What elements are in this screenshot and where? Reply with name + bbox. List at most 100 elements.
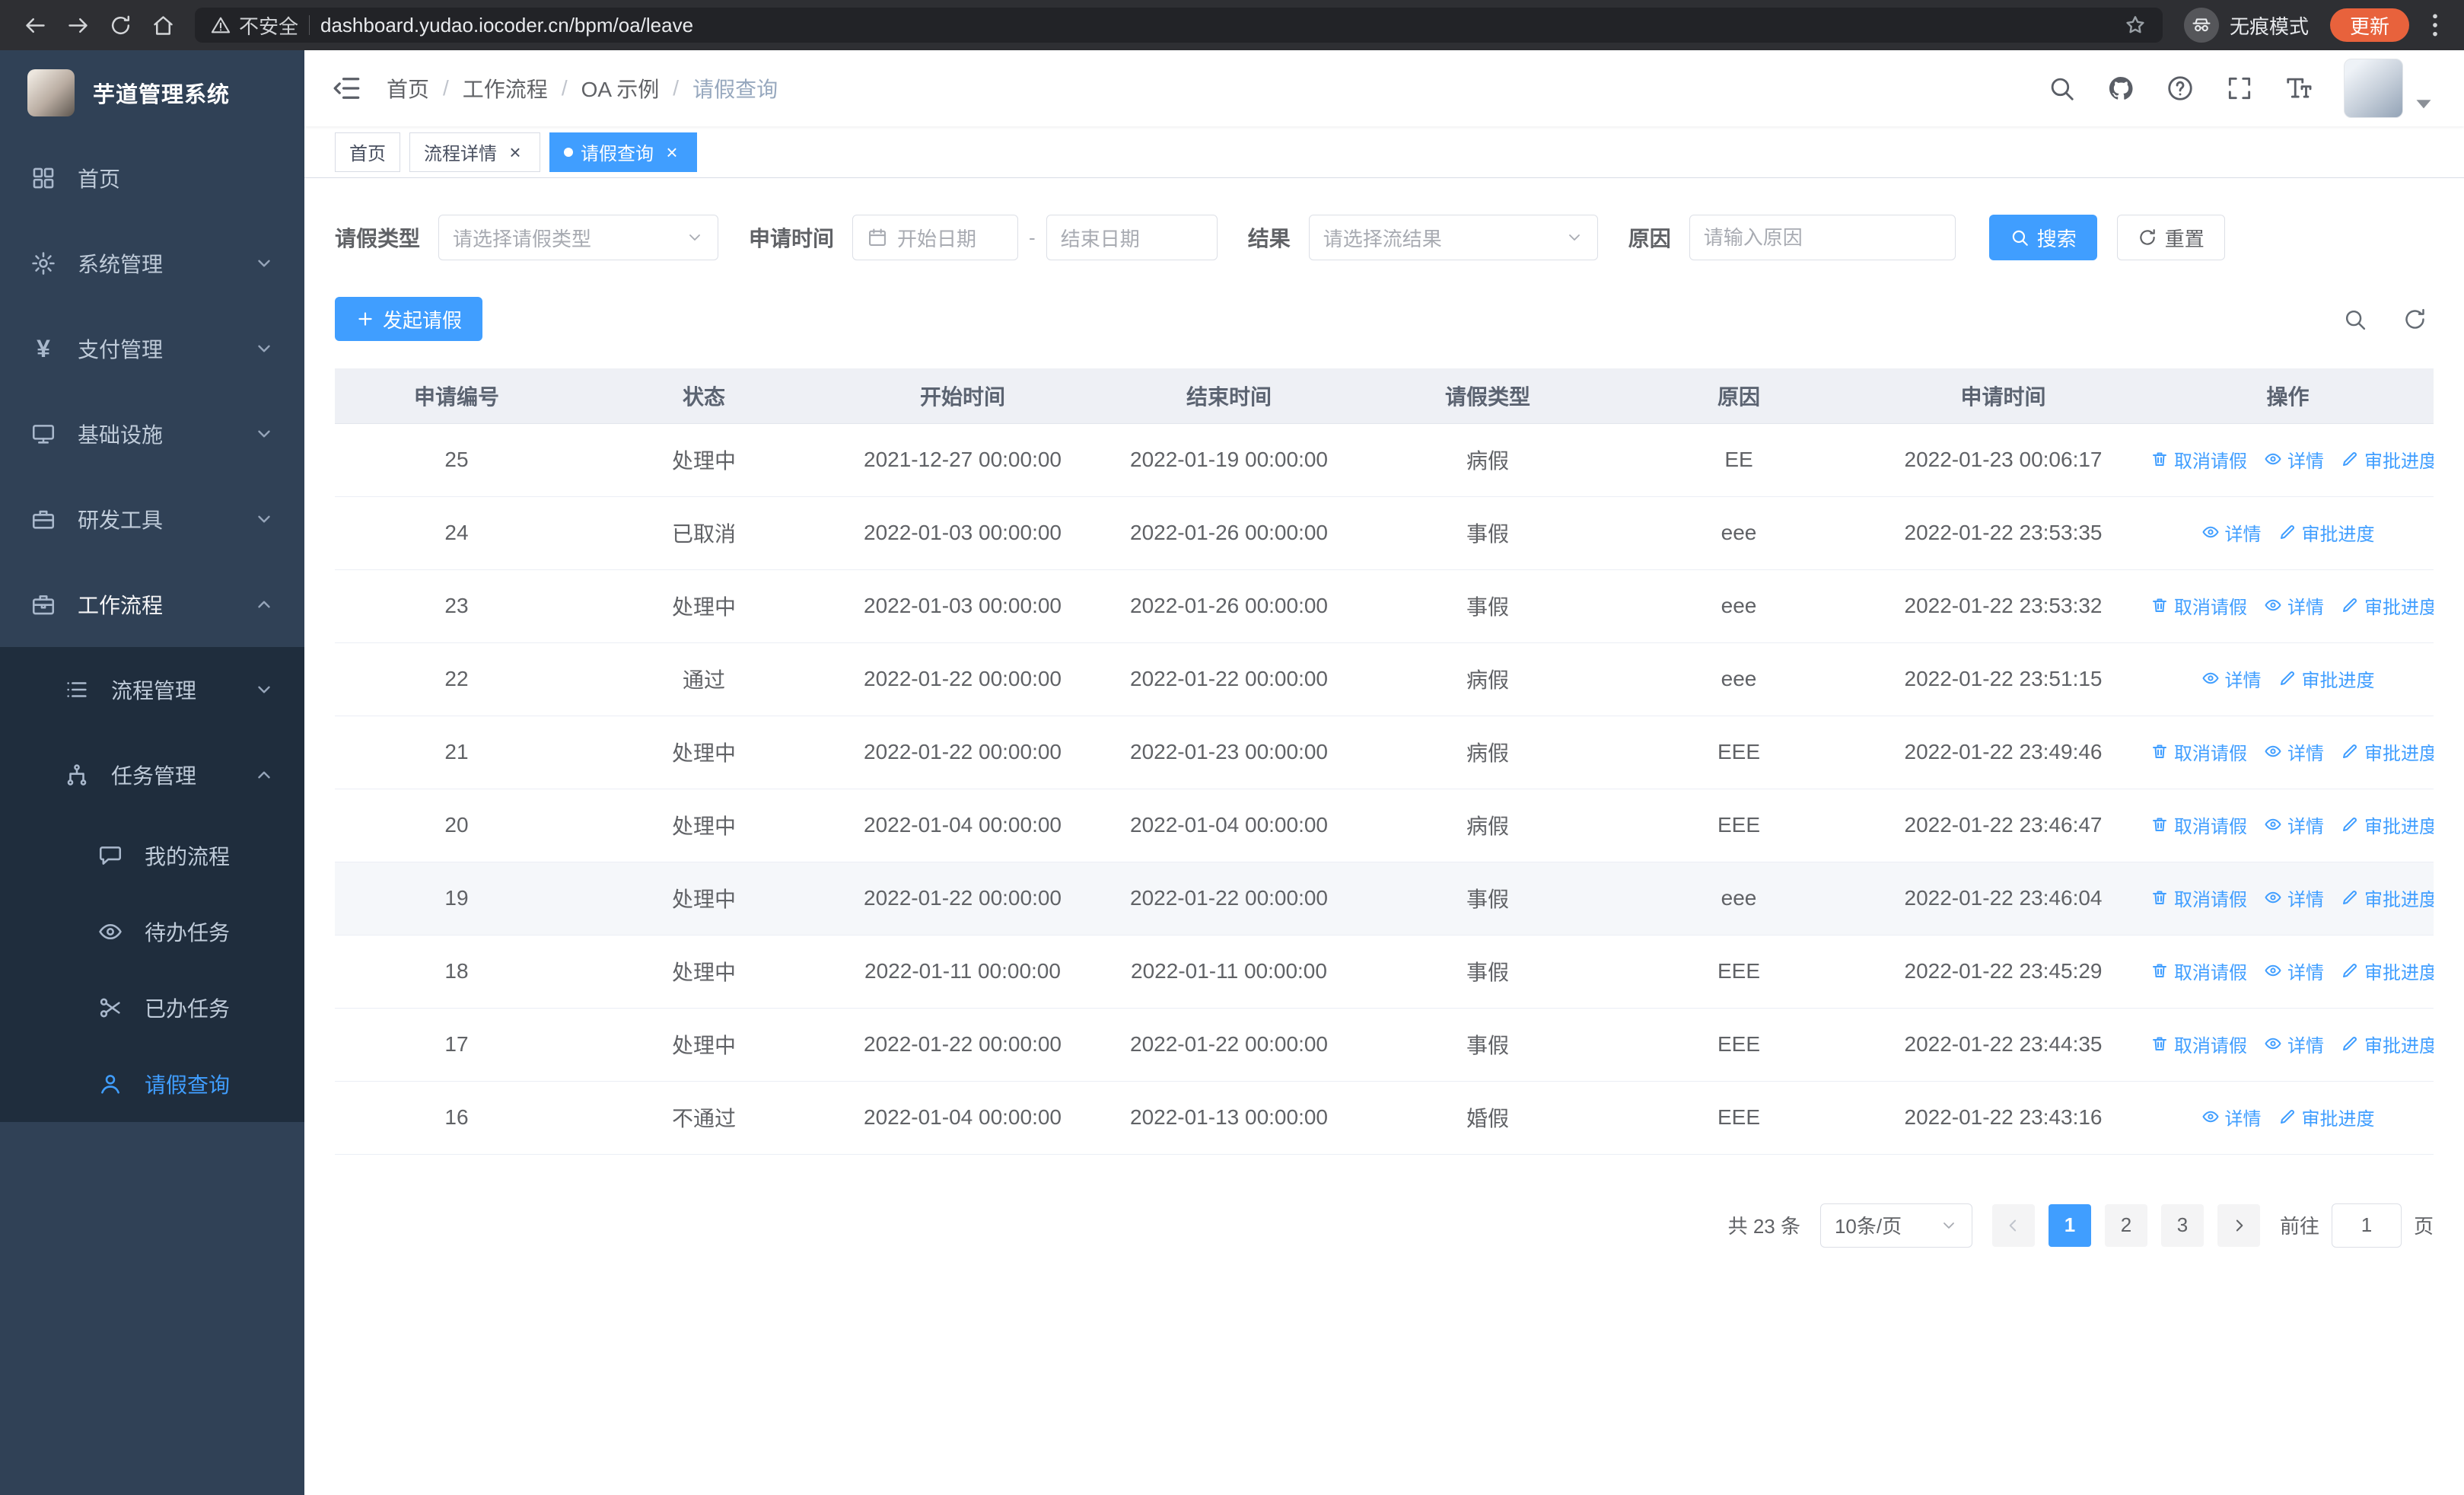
row-action-detail[interactable]: 详情 (2264, 958, 2324, 984)
leave-row-20[interactable]: 20 处理中 2022-01-04 00:00:00 2022-01-04 00:00… (335, 789, 2434, 862)
row-action-cancel[interactable]: 取消请假 (2150, 446, 2247, 473)
prev-page-button[interactable] (1991, 1203, 2035, 1247)
browser-back-button[interactable] (14, 4, 56, 46)
security-indicator[interactable]: 不安全 (210, 11, 298, 40)
row-action-progress[interactable]: 审批进度 (2341, 592, 2434, 619)
row-action-progress[interactable]: 审批进度 (2341, 446, 2434, 473)
row-action-progress[interactable]: 审批进度 (2278, 519, 2375, 546)
row-action-detail[interactable]: 详情 (2201, 519, 2262, 546)
sidebar-item-process-manage[interactable]: 流程管理 (0, 647, 304, 732)
leave-row-21[interactable]: 21 处理中 2022-01-22 00:00:00 2022-01-23 00:00… (335, 716, 2434, 789)
sidebar-item-done-task[interactable]: 已办任务 (0, 970, 304, 1046)
fullscreen-icon[interactable] (2225, 74, 2254, 103)
result-select[interactable]: 请选择流结果 (1308, 215, 1598, 260)
row-action-detail[interactable]: 详情 (2201, 1104, 2262, 1130)
trash-icon (2150, 888, 2169, 907)
row-action-detail[interactable]: 详情 (2201, 665, 2262, 692)
breadcrumb-separator: / (673, 76, 680, 100)
trash-icon (2150, 961, 2169, 980)
row-action-progress[interactable]: 审批进度 (2341, 1031, 2434, 1057)
sidebar-item-my-process[interactable]: 我的流程 (0, 818, 304, 894)
start-date-input[interactable]: 开始日期 (852, 215, 1019, 260)
row-action-progress[interactable]: 审批进度 (2341, 885, 2434, 911)
sidebar-fold-icon[interactable] (330, 72, 362, 104)
leave-row-17[interactable]: 17 处理中 2022-01-22 00:00:00 2022-01-22 00:00… (335, 1008, 2434, 1082)
tab-process-detail[interactable]: 流程详情 × (409, 132, 540, 172)
sidebar-item-system[interactable]: 系统管理 (0, 221, 304, 306)
help-icon[interactable] (2166, 74, 2195, 103)
sidebar-item-leave-query[interactable]: 请假查询 (0, 1046, 304, 1122)
font-size-icon[interactable] (2284, 74, 2313, 103)
row-action-cancel[interactable]: 取消请假 (2150, 1031, 2247, 1057)
leave-row-25[interactable]: 25 处理中 2021-12-27 00:00:00 2022-01-19 00:00… (335, 423, 2434, 497)
sidebar-item-devtools[interactable]: 研发工具 (0, 477, 304, 562)
column-header: 原因 (1613, 368, 1864, 424)
leave-type-select[interactable]: 请选择请假类型 (438, 215, 719, 260)
end-date-input[interactable]: 结束日期 (1046, 215, 1218, 260)
page-button-1[interactable]: 1 (2048, 1203, 2091, 1247)
reset-button[interactable]: 重置 (2116, 215, 2225, 260)
leave-row-19[interactable]: 19 处理中 2022-01-22 00:00:00 2022-01-22 00:00… (335, 862, 2434, 936)
page-size-select[interactable]: 10条/页 (1819, 1203, 1972, 1248)
row-action-cancel[interactable]: 取消请假 (2150, 592, 2247, 619)
row-action-cancel[interactable]: 取消请假 (2150, 811, 2247, 838)
breadcrumb-item[interactable]: OA 示例 (581, 73, 660, 104)
sidebar-item-task-manage[interactable]: 任务管理 (0, 732, 304, 818)
row-action-cancel[interactable]: 取消请假 (2150, 738, 2247, 765)
briefcase-icon (30, 591, 56, 617)
chev-down-icon (254, 253, 274, 273)
leave-row-22[interactable]: 22 通过 2022-01-22 00:00:00 2022-01-22 00:00:… (335, 642, 2434, 716)
leave-row-18[interactable]: 18 处理中 2022-01-11 00:00:00 2022-01-11 00:00… (335, 935, 2434, 1009)
browser-home-button[interactable] (142, 4, 184, 46)
tab-home[interactable]: 首页 (335, 132, 400, 172)
row-action-cancel[interactable]: 取消请假 (2150, 958, 2247, 984)
reason-input[interactable] (1703, 225, 1941, 250)
row-action-progress[interactable]: 审批进度 (2278, 665, 2375, 692)
search-button[interactable]: 搜索 (1988, 215, 2097, 260)
browser-menu-icon[interactable] (2420, 10, 2450, 40)
breadcrumb-item[interactable]: 首页 (387, 73, 429, 104)
page-button-2[interactable]: 2 (2104, 1203, 2147, 1247)
pager: 123 (1991, 1203, 2260, 1247)
row-action-cancel[interactable]: 取消请假 (2150, 885, 2247, 911)
row-action-detail[interactable]: 详情 (2264, 738, 2324, 765)
row-action-progress[interactable]: 审批进度 (2341, 738, 2434, 765)
user-avatar[interactable] (2344, 59, 2438, 118)
close-icon[interactable]: × (661, 142, 683, 163)
leave-row-23[interactable]: 23 处理中 2022-01-03 00:00:00 2022-01-26 00:00… (335, 569, 2434, 643)
sidebar-item-workflow[interactable]: 工作流程 (0, 562, 304, 647)
goto-page-input[interactable] (2331, 1203, 2402, 1248)
browser-forward-button[interactable] (56, 4, 99, 46)
leave-row-16[interactable]: 16 不通过 2022-01-04 00:00:00 2022-01-13 00:00… (335, 1081, 2434, 1155)
refresh-table-icon[interactable] (2402, 307, 2427, 332)
sidebar-item-todo-task[interactable]: 待办任务 (0, 894, 304, 970)
row-action-detail[interactable]: 详情 (2264, 885, 2324, 911)
top-navbar: 首页 / 工作流程 / OA 示例 / 请假查询 (304, 50, 2464, 126)
browser-reload-button[interactable] (99, 4, 142, 46)
forward-icon (65, 13, 91, 38)
sidebar-item-home[interactable]: 首页 (0, 135, 304, 221)
create-leave-button[interactable]: 发起请假 (335, 297, 483, 341)
sidebar-item-payment[interactable]: ¥ 支付管理 (0, 306, 304, 391)
breadcrumb-item[interactable]: 工作流程 (463, 73, 548, 104)
sidebar-item-infra[interactable]: 基础设施 (0, 391, 304, 477)
address-bar[interactable]: 不安全 dashboard.yudao.iocoder.cn/bpm/oa/le… (195, 8, 2163, 43)
row-action-detail[interactable]: 详情 (2264, 446, 2324, 473)
leave-row-24[interactable]: 24 已取消 2022-01-03 00:00:00 2022-01-26 00:00… (335, 496, 2434, 570)
browser-update-button[interactable]: 更新 (2329, 8, 2409, 42)
github-icon[interactable] (2106, 74, 2135, 103)
row-action-progress[interactable]: 审批进度 (2341, 958, 2434, 984)
search-icon[interactable] (2047, 74, 2076, 103)
row-action-progress[interactable]: 审批进度 (2341, 811, 2434, 838)
close-icon[interactable]: × (505, 142, 526, 163)
toggle-search-icon[interactable] (2342, 307, 2367, 332)
row-action-detail[interactable]: 详情 (2264, 592, 2324, 619)
chevron-down-icon (686, 228, 704, 247)
row-action-detail[interactable]: 详情 (2264, 811, 2324, 838)
page-button-3[interactable]: 3 (2160, 1203, 2204, 1247)
tab-leave-query[interactable]: 请假查询 × (549, 132, 697, 172)
next-page-button[interactable] (2217, 1203, 2260, 1247)
row-action-detail[interactable]: 详情 (2264, 1031, 2324, 1057)
row-action-progress[interactable]: 审批进度 (2278, 1104, 2375, 1130)
bookmark-star-icon[interactable] (2123, 13, 2147, 37)
